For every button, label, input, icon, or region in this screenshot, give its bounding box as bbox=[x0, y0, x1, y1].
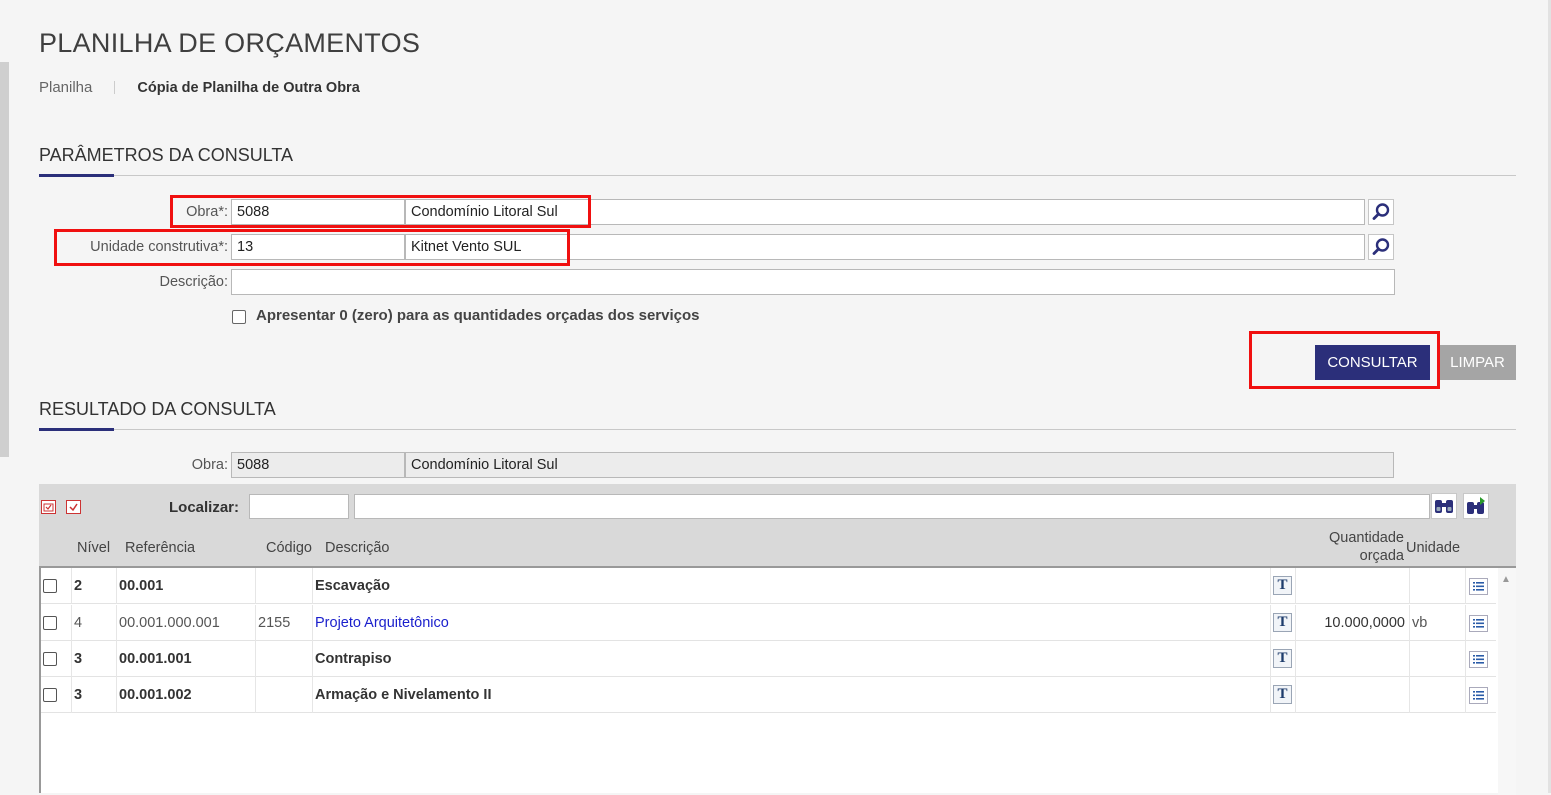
localizar-label: Localizar: bbox=[169, 499, 240, 516]
unidade-code-input[interactable]: 13 bbox=[231, 234, 405, 260]
unidade-search-button[interactable] bbox=[1368, 234, 1394, 260]
page-title: PLANILHA DE ORÇAMENTOS bbox=[39, 28, 421, 58]
unidade-name-input[interactable]: Kitnet Vento SUL bbox=[405, 234, 1365, 260]
breadcrumb-planilha[interactable]: Planilha bbox=[39, 79, 92, 96]
col-codigo[interactable]: Código bbox=[266, 540, 312, 556]
result-obra-name: Condomínio Litoral Sul bbox=[405, 452, 1394, 478]
table-row[interactable]: 4 00.001.000.001 2155 Projeto Arquitetôn… bbox=[41, 605, 1496, 641]
unidade-label: Unidade construtiva*: bbox=[90, 239, 228, 255]
row-referencia: 00.001.001 bbox=[117, 641, 256, 677]
result-section-title: RESULTADO DA CONSULTA bbox=[39, 399, 276, 419]
grid-scrollbar[interactable]: ▲ bbox=[1498, 568, 1516, 795]
check-all-icon[interactable] bbox=[66, 500, 81, 514]
row-quantidade bbox=[1296, 677, 1410, 713]
row-descricao-link[interactable]: Projeto Arquitetônico bbox=[313, 605, 1271, 641]
row-quantidade: 10.000,0000 bbox=[1296, 605, 1410, 641]
obra-label: Obra*: bbox=[186, 204, 228, 220]
col-quantidade-line1[interactable]: Quantidade bbox=[1324, 530, 1404, 546]
zero-quantity-label: Apresentar 0 (zero) para as quantidades … bbox=[256, 307, 700, 324]
row-unidade bbox=[1410, 641, 1466, 677]
binoculars-next-icon bbox=[1467, 497, 1485, 514]
find-button[interactable] bbox=[1431, 493, 1457, 519]
list-icon[interactable] bbox=[1469, 687, 1488, 704]
grid-toolbar: Localizar: Nível Referência Código Descr… bbox=[39, 484, 1516, 566]
obra-code-input[interactable]: 5088 bbox=[231, 199, 405, 225]
descricao-input[interactable] bbox=[231, 269, 1395, 295]
zero-quantity-checkbox[interactable] bbox=[232, 310, 246, 324]
text-icon[interactable]: T bbox=[1273, 613, 1292, 632]
obra-search-button[interactable] bbox=[1368, 199, 1394, 225]
row-quantidade bbox=[1296, 641, 1410, 677]
consultar-button[interactable]: CONSULTAR bbox=[1315, 345, 1430, 380]
params-section-title: PARÂMETROS DA CONSULTA bbox=[39, 145, 294, 165]
table-row[interactable]: 2 00.001 Escavação T bbox=[41, 568, 1496, 604]
limpar-button[interactable]: LIMPAR bbox=[1439, 345, 1516, 380]
row-descricao: Contrapiso bbox=[313, 641, 1271, 677]
row-quantidade bbox=[1296, 568, 1410, 604]
magnifier-icon bbox=[1372, 203, 1390, 220]
row-nivel: 3 bbox=[72, 677, 117, 713]
localizar-input-2[interactable] bbox=[354, 494, 1430, 519]
row-unidade bbox=[1410, 568, 1466, 604]
binoculars-icon bbox=[1435, 500, 1453, 513]
result-section-divider bbox=[39, 428, 1516, 431]
text-icon[interactable]: T bbox=[1273, 649, 1292, 668]
result-obra-code: 5088 bbox=[231, 452, 405, 478]
row-referencia: 00.001.000.001 bbox=[117, 605, 256, 641]
row-descricao: Escavação bbox=[313, 568, 1271, 604]
row-referencia: 00.001 bbox=[117, 568, 256, 604]
list-icon[interactable] bbox=[1469, 615, 1488, 632]
row-nivel: 2 bbox=[72, 568, 117, 604]
left-edge bbox=[0, 62, 9, 457]
params-section-divider bbox=[39, 174, 1516, 177]
list-icon[interactable] bbox=[1469, 651, 1488, 668]
result-obra-label: Obra: bbox=[191, 457, 228, 473]
row-unidade bbox=[1410, 677, 1466, 713]
col-unidade[interactable]: Unidade bbox=[1406, 540, 1460, 556]
row-codigo bbox=[256, 677, 313, 713]
col-descricao[interactable]: Descrição bbox=[325, 540, 389, 556]
col-quantidade-line2[interactable]: orçada bbox=[1324, 548, 1404, 564]
row-codigo: 2155 bbox=[256, 605, 313, 641]
row-referencia: 00.001.002 bbox=[117, 677, 256, 713]
find-next-button[interactable] bbox=[1463, 493, 1489, 519]
col-nivel[interactable]: Nível bbox=[77, 540, 110, 556]
result-grid: 2 00.001 Escavação T 4 00.001.000.001 21… bbox=[39, 566, 1516, 795]
obra-name-input[interactable]: Condomínio Litoral Sul bbox=[405, 199, 1365, 225]
row-codigo bbox=[256, 568, 313, 604]
scroll-up-icon[interactable]: ▲ bbox=[1501, 574, 1511, 585]
breadcrumb: Planilha Cópia de Planilha de Outra Obra bbox=[39, 79, 360, 96]
row-codigo bbox=[256, 641, 313, 677]
row-nivel: 4 bbox=[72, 605, 117, 641]
magnifier-icon bbox=[1372, 238, 1390, 255]
text-icon[interactable]: T bbox=[1273, 685, 1292, 704]
list-icon[interactable] bbox=[1469, 578, 1488, 595]
descricao-label: Descrição: bbox=[159, 274, 229, 290]
localizar-input-1[interactable] bbox=[249, 494, 349, 519]
row-nivel: 3 bbox=[72, 641, 117, 677]
table-row[interactable]: 3 00.001.002 Armação e Nivelamento II T bbox=[41, 677, 1496, 713]
row-descricao: Armação e Nivelamento II bbox=[313, 677, 1271, 713]
breadcrumb-current: Cópia de Planilha de Outra Obra bbox=[137, 79, 360, 96]
col-referencia[interactable]: Referência bbox=[125, 540, 195, 556]
uncheck-all-icon[interactable] bbox=[41, 500, 56, 514]
row-unidade: vb bbox=[1410, 605, 1466, 641]
table-row[interactable]: 3 00.001.001 Contrapiso T bbox=[41, 641, 1496, 677]
text-icon[interactable]: T bbox=[1273, 576, 1292, 595]
breadcrumb-separator bbox=[114, 81, 116, 94]
